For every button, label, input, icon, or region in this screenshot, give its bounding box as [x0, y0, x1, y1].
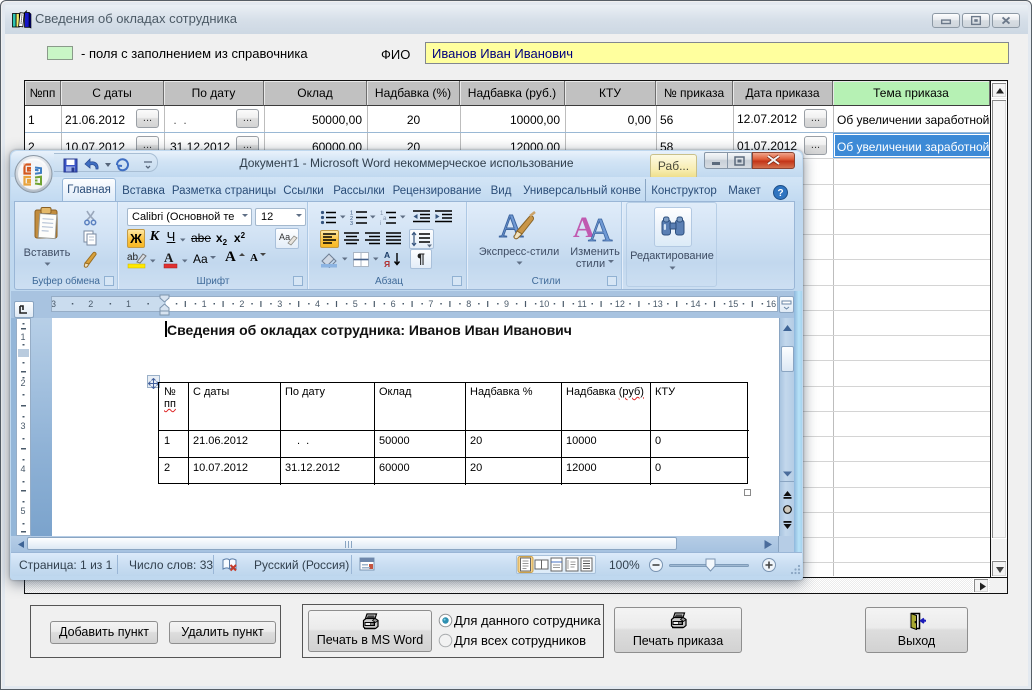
- svg-text:8: 8: [466, 299, 471, 309]
- svg-text:5: 5: [20, 506, 25, 516]
- svg-text:4: 4: [315, 299, 320, 309]
- svg-text:Аа: Аа: [279, 232, 290, 242]
- svg-text:А: А: [164, 250, 174, 265]
- svg-text:Я: Я: [384, 259, 390, 269]
- svg-text:3: 3: [20, 421, 25, 431]
- svg-text:5: 5: [353, 299, 358, 309]
- svg-text:16: 16: [766, 299, 776, 309]
- svg-text:ab: ab: [127, 252, 139, 263]
- svg-text:11: 11: [577, 299, 586, 309]
- svg-text:14: 14: [690, 299, 700, 309]
- svg-text:2: 2: [20, 378, 25, 388]
- svg-text:2: 2: [88, 299, 93, 309]
- svg-text:1: 1: [20, 332, 25, 342]
- svg-text:A: A: [588, 212, 613, 244]
- svg-text:2: 2: [239, 299, 244, 309]
- svg-text:6: 6: [391, 299, 396, 309]
- svg-text:10: 10: [539, 299, 549, 309]
- svg-text:3: 3: [52, 299, 56, 309]
- svg-text:3: 3: [350, 221, 353, 225]
- svg-text:12: 12: [615, 299, 625, 309]
- svg-text:9: 9: [504, 299, 509, 309]
- svg-text:1: 1: [202, 299, 207, 309]
- svg-text:13: 13: [653, 299, 663, 309]
- svg-text:1: 1: [126, 299, 131, 309]
- svg-text:3: 3: [277, 299, 282, 309]
- svg-text:4: 4: [20, 464, 25, 474]
- svg-text:i: i: [380, 221, 381, 225]
- svg-text:15: 15: [728, 299, 738, 309]
- svg-text:a: a: [383, 216, 387, 222]
- svg-text:?: ?: [777, 188, 783, 199]
- svg-text:7: 7: [428, 299, 433, 309]
